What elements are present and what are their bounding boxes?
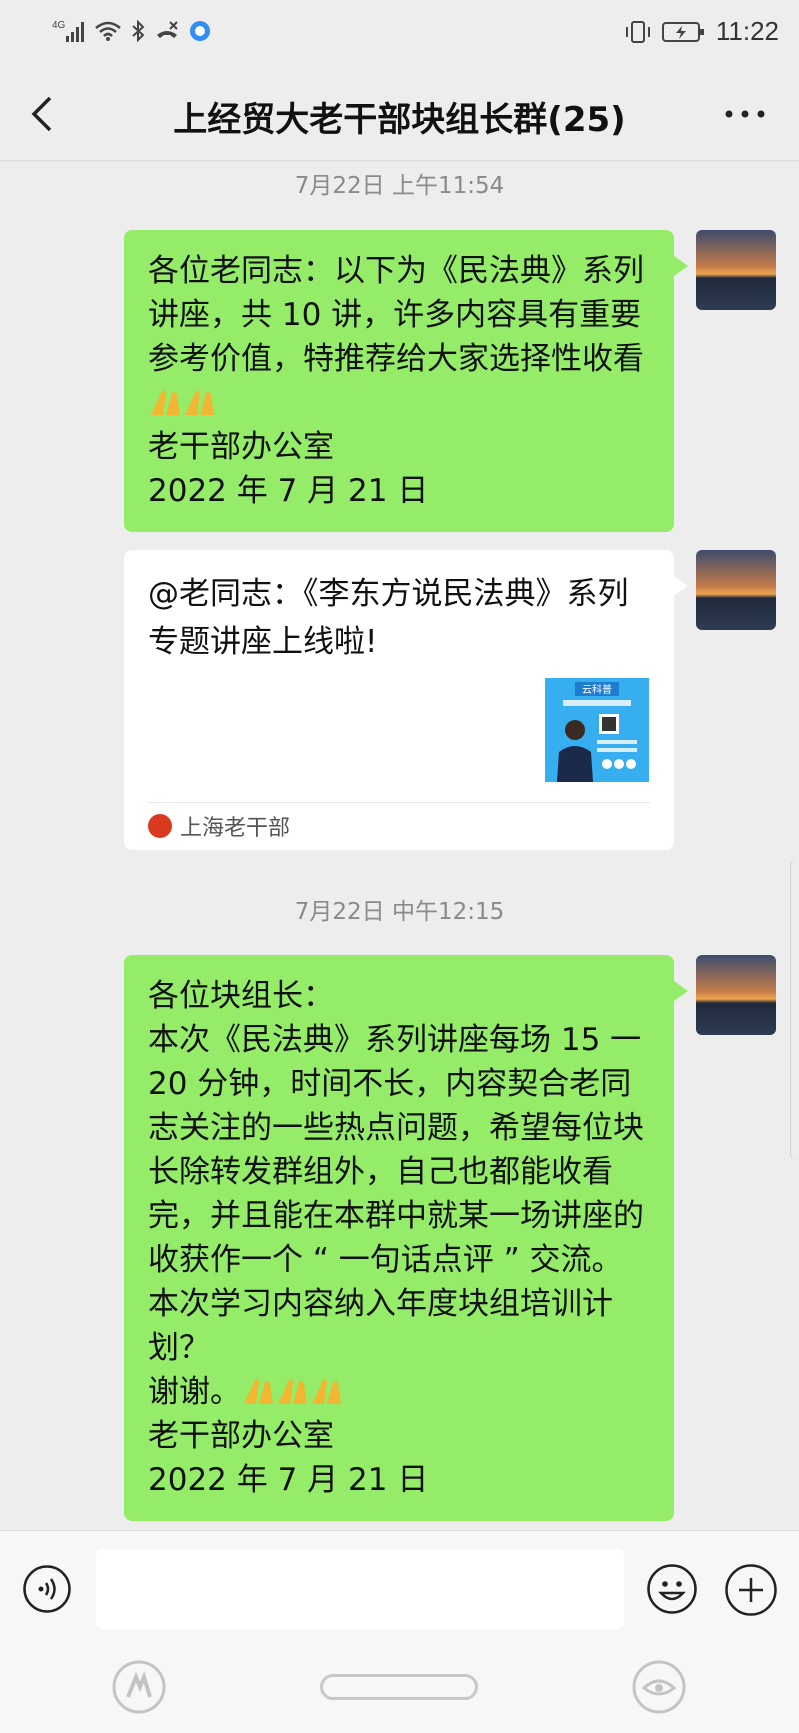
header-divider <box>0 160 799 161</box>
input-bar <box>0 1530 799 1647</box>
pray-emoji-icon <box>312 1379 341 1404</box>
status-icons-left: 4G <box>52 18 212 44</box>
assistant-icon[interactable] <box>112 1660 166 1714</box>
clock: 11:22 <box>715 16 779 46</box>
no-call-icon <box>157 21 178 38</box>
status-bar: 4G 11:22 <box>0 0 799 66</box>
message-text: 各位老同志：以下为《民法典》系列讲座，共 10 讲，许多内容具有重要参考价值，特… <box>148 253 644 377</box>
bluetooth-icon <box>132 19 145 43</box>
link-card[interactable]: @老同志：《李东方说民法典》系列专题讲座上线啦! 云科普 上海老干部 <box>124 550 688 850</box>
svg-text:4G: 4G <box>52 20 66 31</box>
pray-emoji-icon <box>278 1379 307 1404</box>
chat-header: 上经贸大老干部块组长群(25) <box>0 66 799 162</box>
vibrate-icon <box>625 20 650 43</box>
eye-comfort-icon[interactable] <box>632 1660 686 1714</box>
pray-emoji-icon <box>185 390 214 415</box>
battery-icon <box>661 21 704 42</box>
status-icons-right: 11:22 <box>624 16 779 47</box>
sunset-avatar-image <box>696 550 776 630</box>
pray-emoji-icon <box>244 1379 273 1404</box>
scrollbar[interactable] <box>790 860 799 1160</box>
source-logo-icon <box>148 814 172 838</box>
message-text: 各位块组长： 本次《民法典》系列讲座每场 15 一 20 分钟，时间不长，内容契… <box>148 978 644 1410</box>
voice-icon[interactable] <box>22 1564 72 1614</box>
system-navigation <box>0 1646 799 1733</box>
emoji-icon[interactable] <box>646 1563 698 1615</box>
timestamp: 7月22日 中午12:15 <box>294 899 505 925</box>
message-input[interactable] <box>96 1549 624 1629</box>
message-bubble[interactable]: 各位老同志：以下为《民法典》系列讲座，共 10 讲，许多内容具有重要参考价值，特… <box>124 230 688 532</box>
card-source[interactable]: 上海老干部 <box>148 810 290 842</box>
sunset-avatar-image <box>696 230 776 310</box>
card-source-label: 上海老干部 <box>180 816 291 841</box>
app-notification-icon <box>190 21 210 41</box>
card-divider <box>148 802 650 803</box>
message-signature: 老干部办公室 2022 年 7 月 21 日 <box>148 429 429 509</box>
chat-title: 上经贸大老干部块组长群(25) <box>173 100 626 140</box>
svg-text:云科普: 云科普 <box>582 683 612 696</box>
sunset-avatar-image <box>696 955 776 1035</box>
more-icon[interactable] <box>721 106 769 122</box>
signal-icon: 4G <box>52 20 84 42</box>
wifi-icon <box>95 21 121 41</box>
message-signature: 老干部办公室 2022 年 7 月 21 日 <box>148 1418 429 1498</box>
avatar[interactable] <box>696 955 776 1035</box>
pray-emoji-icon <box>151 390 180 415</box>
message-bubble[interactable]: 各位块组长： 本次《民法典》系列讲座每场 15 一 20 分钟，时间不长，内容契… <box>124 955 688 1521</box>
card-thumbnail: 云科普 <box>545 678 649 782</box>
home-gesture-bar[interactable] <box>320 1674 478 1700</box>
plus-icon[interactable] <box>724 1563 778 1617</box>
timestamp: 7月22日 上午11:54 <box>294 173 505 199</box>
avatar[interactable] <box>696 230 776 310</box>
avatar[interactable] <box>696 550 776 630</box>
card-title: @老同志：《李东方说民法典》系列专题讲座上线啦! <box>148 576 629 660</box>
